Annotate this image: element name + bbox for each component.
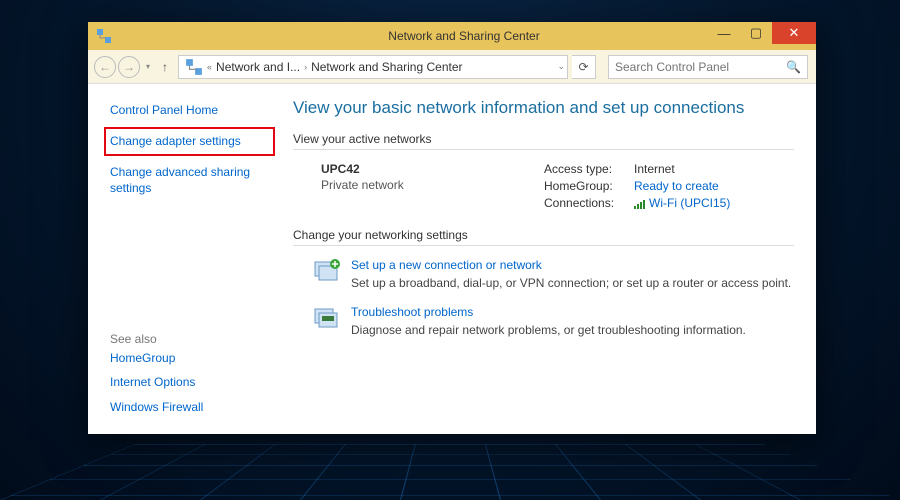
access-type-label: Access type: [544, 162, 634, 176]
setup-connection-icon [313, 258, 341, 284]
troubleshoot-link[interactable]: Troubleshoot problems [351, 305, 746, 319]
homegroup-link[interactable]: Ready to create [634, 179, 794, 193]
forward-button[interactable]: → [118, 56, 140, 78]
sidebar-item-firewall[interactable]: Windows Firewall [110, 395, 269, 420]
titlebar[interactable]: Network and Sharing Center — ▢ ✕ [88, 22, 816, 50]
breadcrumb-item[interactable]: Network and Sharing Center [307, 60, 466, 74]
troubleshoot-icon [313, 305, 341, 331]
homegroup-label: HomeGroup: [544, 179, 634, 193]
chevron-down-icon[interactable]: ⌄ [557, 61, 565, 72]
setup-connection-desc: Set up a broadband, dial-up, or VPN conn… [351, 275, 791, 291]
sidebar-item-advanced[interactable]: Change advanced sharing settings [110, 160, 269, 202]
troubleshoot-desc: Diagnose and repair network problems, or… [351, 322, 746, 338]
network-sharing-icon [96, 28, 112, 44]
section-active-networks: View your active networks [293, 132, 794, 146]
sidebar-item-homegroup[interactable]: HomeGroup [110, 346, 269, 371]
history-dropdown-icon[interactable]: ▾ [144, 62, 152, 71]
close-button[interactable]: ✕ [772, 22, 816, 44]
setup-connection-item: Set up a new connection or network Set u… [293, 258, 794, 291]
setup-connection-link[interactable]: Set up a new connection or network [351, 258, 791, 272]
sidebar-item-home[interactable]: Control Panel Home [110, 98, 269, 123]
page-title: View your basic network information and … [293, 98, 794, 118]
search-input[interactable]: 🔍 [608, 55, 808, 79]
connections-label: Connections: [544, 196, 634, 210]
network-sharing-icon [185, 58, 203, 76]
sidebar-item-internet-options[interactable]: Internet Options [110, 370, 269, 395]
minimize-button[interactable]: — [708, 22, 740, 44]
see-also-label: See also [110, 306, 269, 346]
network-type: Private network [321, 178, 544, 192]
active-network-row: UPC42 Private network Access type: Inter… [293, 162, 794, 210]
search-field[interactable] [615, 60, 786, 74]
connection-link[interactable]: Wi-Fi (UPCI15) [634, 196, 794, 210]
maximize-button[interactable]: ▢ [740, 22, 772, 44]
wifi-signal-icon [634, 199, 646, 209]
section-change-settings: Change your networking settings [293, 228, 794, 242]
window-frame: Network and Sharing Center — ▢ ✕ ← → ▾ ↑… [88, 22, 816, 434]
back-button[interactable]: ← [94, 56, 116, 78]
refresh-button[interactable]: ⟳ [572, 55, 596, 79]
sidebar: Control Panel Home Change adapter settin… [88, 84, 283, 434]
sidebar-item-adapter[interactable]: Change adapter settings [104, 127, 275, 156]
breadcrumb-item[interactable]: Network and I... [212, 60, 304, 74]
network-name: UPC42 [321, 162, 544, 176]
content-area: View your basic network information and … [283, 84, 816, 434]
address-bar[interactable]: « Network and I... › Network and Sharing… [178, 55, 568, 79]
troubleshoot-item: Troubleshoot problems Diagnose and repai… [293, 305, 794, 338]
search-icon[interactable]: 🔍 [786, 60, 801, 74]
connection-value: Wi-Fi (UPCI15) [649, 196, 730, 210]
up-button[interactable]: ↑ [156, 60, 174, 74]
toolbar: ← → ▾ ↑ « Network and I... › Network and… [88, 50, 816, 84]
access-type-value: Internet [634, 162, 794, 176]
